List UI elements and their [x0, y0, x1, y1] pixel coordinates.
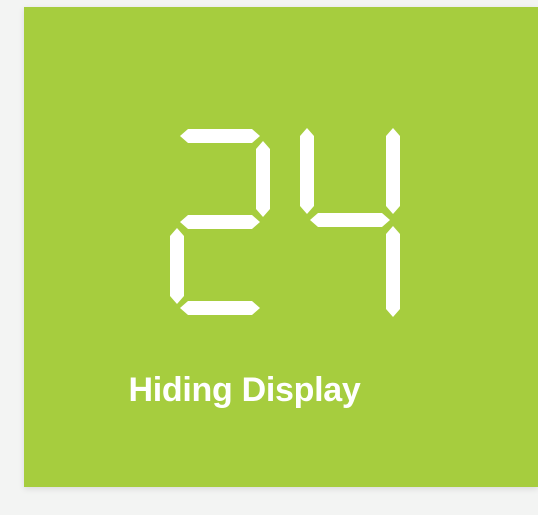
seven-segment-display	[170, 119, 400, 329]
seven-segment-digits-graphic	[170, 128, 400, 317]
digit-4-segment-f	[300, 128, 314, 214]
digit-2	[170, 129, 270, 315]
digit-2-segment-a	[180, 129, 260, 143]
hiding-display-card: Hiding Display	[24, 7, 538, 487]
digit-2-segment-e	[170, 228, 184, 304]
digit-2-segment-b	[256, 141, 270, 217]
digit-2-segment-d	[180, 301, 260, 315]
digit-2-segment-g	[180, 215, 260, 229]
digit-4-segment-c	[386, 226, 400, 317]
display-caption: Hiding Display	[128, 371, 361, 409]
digit-4	[300, 128, 400, 317]
digit-4-segment-b	[386, 128, 400, 214]
digit-4-segment-g	[310, 213, 390, 227]
